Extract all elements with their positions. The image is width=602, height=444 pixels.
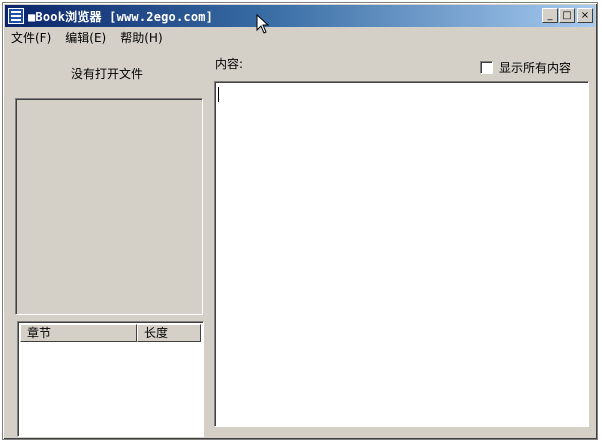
main-window: ■Book浏览器 [www.2ego.com] _ □ × 文件(F) 编辑(E… (2, 2, 598, 440)
show-all-label[interactable]: 显示所有内容 (499, 59, 571, 76)
title-bar[interactable]: ■Book浏览器 [www.2ego.com] _ □ × (5, 5, 595, 27)
menu-file[interactable]: 文件(F) (11, 29, 51, 46)
chapter-list[interactable]: 章节 长度 (17, 321, 204, 437)
chapter-list-header: 章节 长度 (20, 324, 201, 342)
menu-help[interactable]: 帮助(H) (120, 29, 162, 46)
close-button[interactable]: × (577, 8, 593, 23)
content-textarea[interactable] (214, 81, 589, 427)
column-header-chapter[interactable]: 章节 (20, 324, 137, 342)
column-header-length[interactable]: 长度 (137, 324, 201, 342)
mouse-cursor-icon (256, 14, 270, 34)
maximize-button[interactable]: □ (559, 8, 575, 23)
file-status-label: 没有打开文件 (71, 67, 144, 81)
content-label: 内容: (215, 57, 244, 71)
show-all-checkbox[interactable] (480, 61, 493, 74)
preview-panel (15, 98, 203, 315)
text-caret (218, 87, 219, 102)
window-controls: _ □ × (541, 8, 593, 23)
menu-bar: 文件(F) 编辑(E) 帮助(H) (5, 27, 595, 47)
minimize-button[interactable]: _ (542, 8, 558, 23)
window-title: ■Book浏览器 [www.2ego.com] (28, 9, 214, 24)
show-all-option[interactable]: 显示所有内容 (480, 59, 571, 76)
menu-edit[interactable]: 编辑(E) (65, 29, 106, 46)
app-icon[interactable] (8, 8, 24, 24)
